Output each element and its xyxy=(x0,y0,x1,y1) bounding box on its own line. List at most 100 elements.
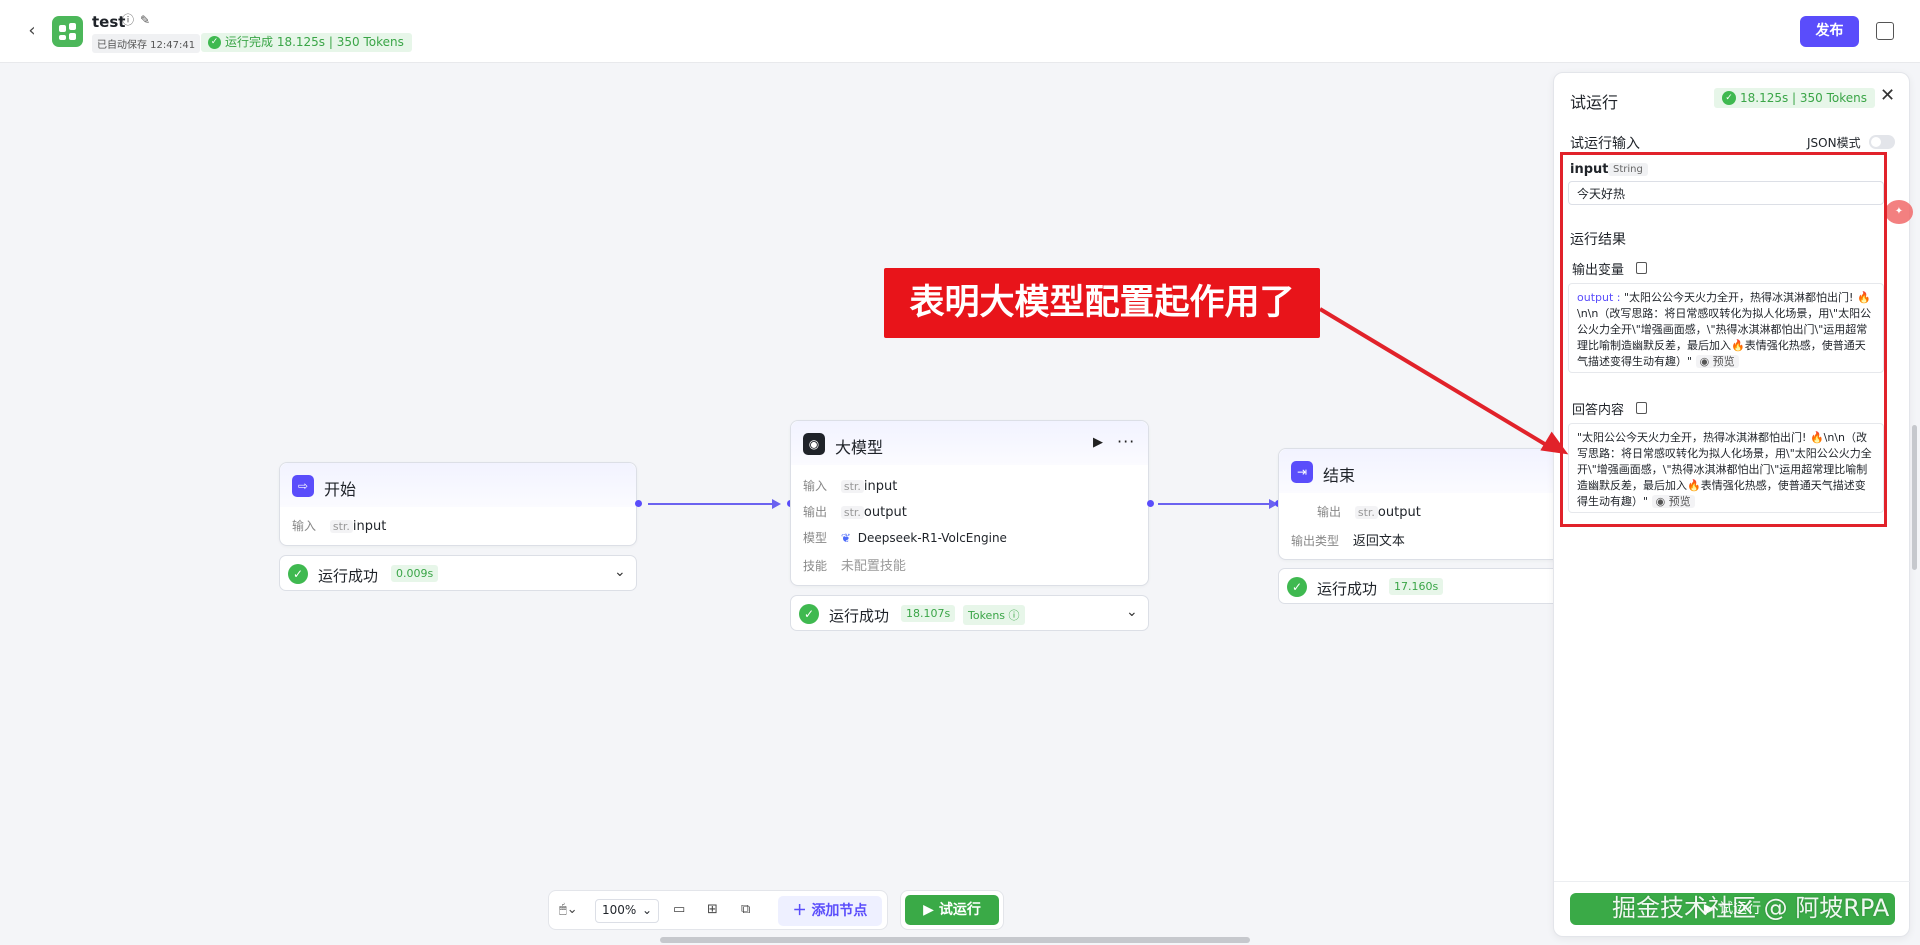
node-input-row: 输入 str. input xyxy=(803,477,897,494)
layout-icon[interactable]: ⊞ xyxy=(707,902,718,917)
skill-value: 未配置技能 xyxy=(840,559,906,574)
run-status-text: 运行完成 18.125s | 350 Tokens xyxy=(225,35,404,49)
play-icon: ▶ xyxy=(923,902,934,918)
model-value: Deepseek-R1-VolcEngine xyxy=(857,531,1007,545)
panel-title: 试运行 xyxy=(1570,93,1619,112)
node-header: ⇥ 结束 xyxy=(1279,449,1567,493)
edge-arrow xyxy=(772,499,781,509)
add-node-button[interactable]: ＋ 添加节点 xyxy=(778,896,882,926)
test-run-label: 试运行 xyxy=(938,902,981,918)
assistant-bubble-icon[interactable]: ✦ xyxy=(1885,200,1913,224)
zoom-select[interactable]: 100% ⌄ xyxy=(595,899,659,923)
node-skill-row: 技能 未配置技能 xyxy=(803,555,906,574)
node-input-row: 输入 str. input xyxy=(292,517,386,534)
chevron-down-icon[interactable]: ⌄ xyxy=(1126,604,1138,620)
output-type-value: 返回文本 xyxy=(1352,534,1405,549)
type-tag: str. xyxy=(1354,506,1378,519)
llm-status-bar[interactable]: ✓ 运行成功 18.107s Tokens ⓘ ⌄ xyxy=(790,595,1149,631)
output-label: 输出 xyxy=(1317,505,1342,519)
input-value: input xyxy=(352,519,387,534)
check-circle-icon: ✓ xyxy=(288,564,308,584)
time-badge: 0.009s xyxy=(391,565,439,582)
node-output-row: 输出 str. output xyxy=(1317,503,1421,520)
plus-icon: ＋ xyxy=(792,903,807,919)
node-title: 结束 xyxy=(1323,466,1356,485)
llm-output-port[interactable] xyxy=(1147,500,1154,507)
llm-node[interactable]: ◉ 大模型 ▶ ··· 输入 str. input 输出 str. output 模… xyxy=(790,420,1149,586)
output-type-label: 输出类型 xyxy=(1291,534,1340,548)
input-label: 输入 xyxy=(292,519,317,533)
edge-llm-end xyxy=(1158,503,1269,505)
info-icon: ⓘ xyxy=(1008,609,1020,622)
model-label: 模型 xyxy=(803,531,828,545)
more-icon[interactable]: ··· xyxy=(1117,432,1135,451)
info-icon[interactable]: ⓘ xyxy=(122,14,135,27)
end-node[interactable]: ⇥ 结束 输出 str. output 输出类型 返回文本 xyxy=(1278,448,1568,560)
annotation-callout: 表明大模型配置起作用了 xyxy=(884,268,1320,338)
chevron-down-icon[interactable]: ⌄ xyxy=(614,564,626,580)
input-value: input xyxy=(863,479,898,494)
panel-run-badge: ✓ 18.125s | 350 Tokens xyxy=(1714,88,1876,108)
test-run-button[interactable]: ▶ 试运行 xyxy=(905,895,999,925)
run-status-badge: ✓ 运行完成 18.125s | 350 Tokens xyxy=(201,33,412,52)
output-value: output xyxy=(863,505,907,520)
run-button-wrap: ▶ 试运行 xyxy=(900,890,1004,930)
skill-label: 技能 xyxy=(803,559,828,573)
top-bar: ‹ test ⓘ ✎ 已自动保存 12:47:41 ✓ 运行完成 18.125s… xyxy=(0,0,1920,63)
end-status-bar[interactable]: ✓ 运行成功 17.160s xyxy=(1278,568,1568,604)
mouse-icon[interactable]: 🖱︎⌄ xyxy=(559,902,578,917)
node-title: 大模型 xyxy=(835,438,884,457)
minimap-icon[interactable]: ⧉ xyxy=(741,902,750,917)
output-value: output xyxy=(1377,505,1421,520)
publish-button[interactable]: 发布 xyxy=(1800,16,1859,47)
status-text: 运行成功 xyxy=(829,607,890,625)
input-section-label: 试运行输入 xyxy=(1570,136,1640,152)
add-node-label: 添加节点 xyxy=(811,903,868,919)
watermark: 掘金技术社区 @ 阿坡RPA xyxy=(1612,894,1890,922)
edit-icon[interactable]: ✎ xyxy=(140,14,153,27)
app-logo xyxy=(52,16,83,47)
status-text: 运行成功 xyxy=(318,567,379,585)
panel-divider xyxy=(1554,881,1911,882)
play-icon[interactable]: ▶ xyxy=(1093,435,1103,450)
json-mode-toggle[interactable] xyxy=(1869,135,1895,149)
close-icon[interactable]: ✕ xyxy=(1880,85,1895,106)
tokens-label: Tokens xyxy=(968,609,1006,622)
back-arrow-icon[interactable]: ‹ xyxy=(22,20,42,42)
node-model-row: 模型 ❦ Deepseek-R1-VolcEngine xyxy=(803,529,1007,546)
time-badge: 18.107s xyxy=(901,605,956,622)
chevron-down-icon: ⌄ xyxy=(641,903,652,917)
tokens-badge[interactable]: Tokens ⓘ xyxy=(963,605,1025,625)
app-title: test xyxy=(92,13,126,31)
end-icon: ⇥ xyxy=(1291,461,1313,483)
panel-scrollbar[interactable] xyxy=(1912,425,1917,570)
annotation-highlight-box xyxy=(1560,152,1887,527)
start-output-port[interactable] xyxy=(635,500,642,507)
window-copy-icon[interactable] xyxy=(1876,22,1894,40)
node-output-type-row: 输出类型 返回文本 xyxy=(1291,530,1405,549)
start-status-bar[interactable]: ✓ 运行成功 0.009s ⌄ xyxy=(279,555,637,591)
check-circle-icon: ✓ xyxy=(208,36,221,49)
node-output-row: 输出 str. output xyxy=(803,503,907,520)
output-label: 输出 xyxy=(803,505,828,519)
status-text: 运行成功 xyxy=(1317,580,1378,598)
check-circle-icon: ✓ xyxy=(1722,91,1736,105)
zoom-value: 100% xyxy=(602,903,637,917)
start-icon: ⇨ xyxy=(292,475,314,497)
node-header: ◉ 大模型 ▶ ··· xyxy=(791,421,1148,465)
start-node[interactable]: ⇨ 开始 输入 str. input xyxy=(279,462,637,546)
type-tag: str. xyxy=(329,520,353,533)
canvas-horizontal-scrollbar[interactable] xyxy=(660,937,1250,943)
annotation-arrow-line xyxy=(1318,307,1553,450)
input-label: 输入 xyxy=(803,479,828,493)
comment-icon[interactable]: ▭ xyxy=(673,902,685,917)
panel-badge-text: 18.125s | 350 Tokens xyxy=(1740,91,1868,105)
json-mode-label: JSON模式 xyxy=(1807,136,1861,150)
autosave-status: 已自动保存 12:47:41 xyxy=(92,34,201,53)
type-tag: str. xyxy=(840,480,864,493)
edge-start-llm xyxy=(648,503,772,505)
node-title: 开始 xyxy=(324,480,357,499)
check-circle-icon: ✓ xyxy=(1287,577,1307,597)
llm-icon: ◉ xyxy=(803,433,825,455)
check-circle-icon: ✓ xyxy=(799,604,819,624)
